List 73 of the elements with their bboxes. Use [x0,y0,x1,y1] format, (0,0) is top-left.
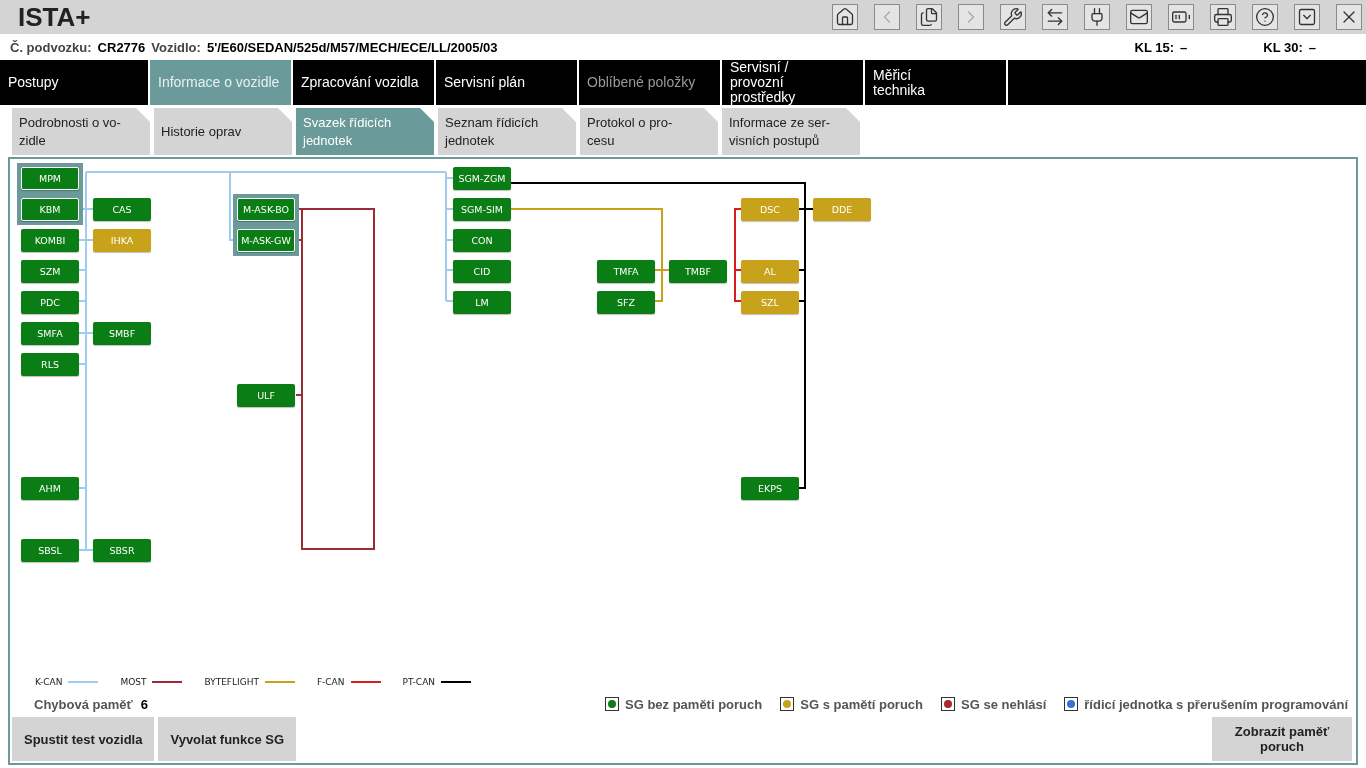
control-unit-node[interactable]: SZM [21,260,79,283]
app-title: ISTA+ [18,1,92,33]
control-unit-node[interactable]: MPM [21,167,79,190]
wrench-icon [1003,7,1023,27]
chassis-label: Č. podvozku: [10,39,92,55]
printer-icon [1213,7,1233,27]
error-memory-label: Chybová paměť [34,696,133,712]
control-unit-node[interactable]: AHM [21,477,79,500]
sub-tab[interactable]: Svazek řídicích jednotek [296,108,434,155]
kl15-label: KL 15: [1134,39,1175,55]
control-unit-node[interactable]: KBM [21,198,79,221]
control-unit-node[interactable]: RLS [21,353,79,376]
sub-tab[interactable]: Podrobnosti o vo- zidle [12,108,150,155]
kl30-label: KL 30: [1263,39,1303,55]
action-button[interactable]: Vyvolat funkce SG [158,717,297,761]
control-unit-node[interactable]: M-ASK-BO [237,198,295,221]
nav-tab[interactable]: Informace o vozidle [150,60,293,105]
envelope-icon [1129,7,1149,27]
control-unit-node[interactable]: EKPS [741,477,799,500]
status-legend-label: řídicí jednotka s přerušením programování [1084,696,1348,712]
home-button[interactable] [832,4,858,30]
control-unit-node[interactable]: TMBF [669,260,727,283]
documents-button[interactable] [916,4,942,30]
wrench-button[interactable] [1000,4,1026,30]
printer-button[interactable] [1210,4,1236,30]
help-icon [1255,7,1275,27]
home-icon [835,7,855,27]
action-button[interactable]: Zobrazit paměť poruch [1212,717,1352,761]
control-unit-node[interactable]: PDC [21,291,79,314]
kl15-value: – [1180,39,1188,55]
sub-tab[interactable]: Seznam řídicích jednotek [438,108,576,155]
bus-legend-label: MOST [120,677,147,687]
error-memory-count: 6 [140,696,148,712]
bus-legend-label: K-CAN [35,677,63,687]
control-unit-node[interactable]: SGM-SIM [453,198,511,221]
bus-legend-label: PT-CAN [402,677,436,687]
control-unit-node[interactable]: SFZ [597,291,655,314]
status-legend-label: SG se nehlásí [961,696,1047,712]
chassis-value: CR2776 [97,39,146,55]
control-unit-node[interactable]: SBSR [93,539,151,562]
help-button[interactable] [1252,4,1278,30]
sub-tab[interactable]: Informace ze ser- visních postupů [722,108,860,155]
vehicle-value: 5'/E60/SEDAN/525d/M57/MECH/ECE/LL/2005/03 [206,39,498,55]
control-unit-node[interactable]: SMBF [93,322,151,345]
sub-tab[interactable]: Historie oprav [154,108,292,155]
control-unit-node[interactable]: CON [453,229,511,252]
dropdown-button[interactable] [1294,4,1320,30]
control-unit-node[interactable]: M-ASK-GW [237,229,295,252]
kl30-value: – [1308,39,1316,55]
close-button[interactable] [1336,4,1362,30]
control-unit-node[interactable]: TMFA [597,260,655,283]
vehicle-label: Vozidlo: [151,39,201,55]
arrows-icon [1045,7,1065,27]
control-unit-node[interactable]: LM [453,291,511,314]
control-unit-node[interactable]: SBSL [21,539,79,562]
action-button[interactable]: Spustit test vozidla [12,717,155,761]
sub-tab[interactable]: Protokol o pro- cesu [580,108,718,155]
dropdown-icon [1297,7,1317,27]
documents-icon [919,7,939,27]
control-unit-node[interactable]: SMFA [21,322,79,345]
control-unit-node[interactable]: SGM-ZGM [453,167,511,190]
bus-legend-label: F-CAN [316,677,345,687]
control-unit-node[interactable]: KOMBI [21,229,79,252]
plug-button[interactable] [1084,4,1110,30]
envelope-button[interactable] [1126,4,1152,30]
arrows-button[interactable] [1042,4,1068,30]
control-unit-node[interactable]: CID [453,260,511,283]
status-legend-label: SG s pamětí poruch [800,696,924,712]
bus-legend-label: BYTEFLIGHT [204,677,259,687]
status-legend-label: SG bez paměti poruch [625,696,763,712]
control-unit-node[interactable]: CAS [93,198,151,221]
control-unit-node[interactable]: ULF [237,384,295,407]
battery-button[interactable] [1168,4,1194,30]
